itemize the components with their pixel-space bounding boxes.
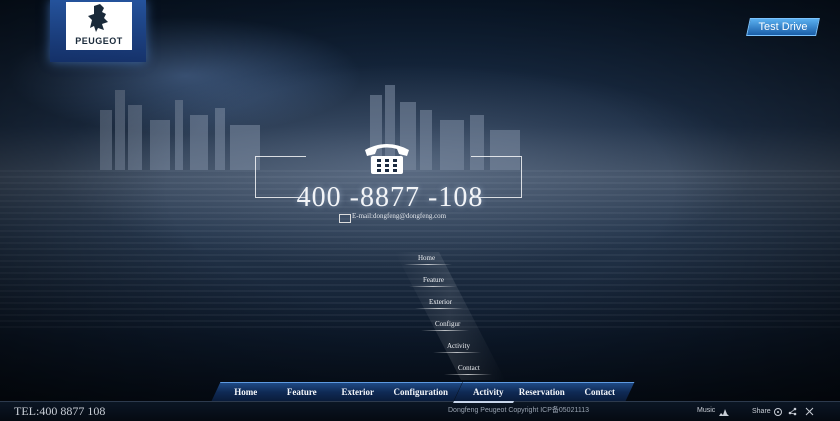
diag-menu-label: Feature: [423, 276, 444, 284]
nav-tab-label: Home: [234, 387, 258, 397]
weibo-icon[interactable]: [774, 407, 783, 416]
diag-menu-feature[interactable]: Feature: [409, 276, 457, 287]
nav-tab-configuration[interactable]: Configuration: [379, 382, 463, 401]
diag-menu-exterior[interactable]: Exterior: [415, 298, 463, 309]
nav-tab-label: Exterior: [341, 387, 375, 397]
diag-menu-configur[interactable]: Configur: [421, 320, 469, 331]
brand-name: PEUGEOT: [75, 36, 123, 46]
nav-tab-reservation[interactable]: Reservation: [508, 382, 576, 401]
music-equalizer-icon[interactable]: [719, 408, 729, 416]
diag-menu-label: Home: [418, 254, 436, 262]
share-label: Share: [752, 408, 771, 415]
peugeot-logo[interactable]: PEUGEOT: [66, 2, 132, 50]
envelope-icon: [339, 214, 351, 223]
nav-tab-label: Reservation: [518, 387, 565, 397]
diag-menu-label: Configur: [435, 320, 461, 328]
footer-tel: TEL:400 8877 108: [14, 404, 106, 418]
expand-icon[interactable]: [805, 407, 814, 416]
diag-menu-label: Activity: [447, 342, 470, 350]
email-address[interactable]: E-mail:dongfeng@dongfeng.com: [352, 212, 446, 220]
nav-tab-label: Contact: [584, 387, 616, 397]
footer-copyright: Dongfeng Peugeot Copyright ICP备05021113: [448, 407, 590, 414]
nav-tab-contact[interactable]: Contact: [565, 382, 635, 401]
test-drive-button[interactable]: Test Drive: [746, 18, 820, 36]
diag-menu-home[interactable]: Home: [404, 254, 452, 265]
diag-menu-contact[interactable]: Contact: [444, 364, 492, 375]
peugeot-lion-icon: [88, 4, 108, 32]
telephone-icon: [365, 144, 409, 174]
test-drive-label: Test Drive: [758, 21, 808, 33]
diag-menu-label: Contact: [458, 364, 480, 372]
music-label[interactable]: Music: [697, 407, 715, 414]
share-network-icon[interactable]: [788, 407, 797, 416]
phone-number: 400 -8877 -108: [296, 182, 484, 213]
diag-menu-activity[interactable]: Activity: [433, 342, 481, 353]
nav-tab-label: Configuration: [393, 387, 449, 397]
diag-menu-label: Exterior: [429, 298, 452, 306]
nav-tab-label: Feature: [286, 387, 317, 397]
